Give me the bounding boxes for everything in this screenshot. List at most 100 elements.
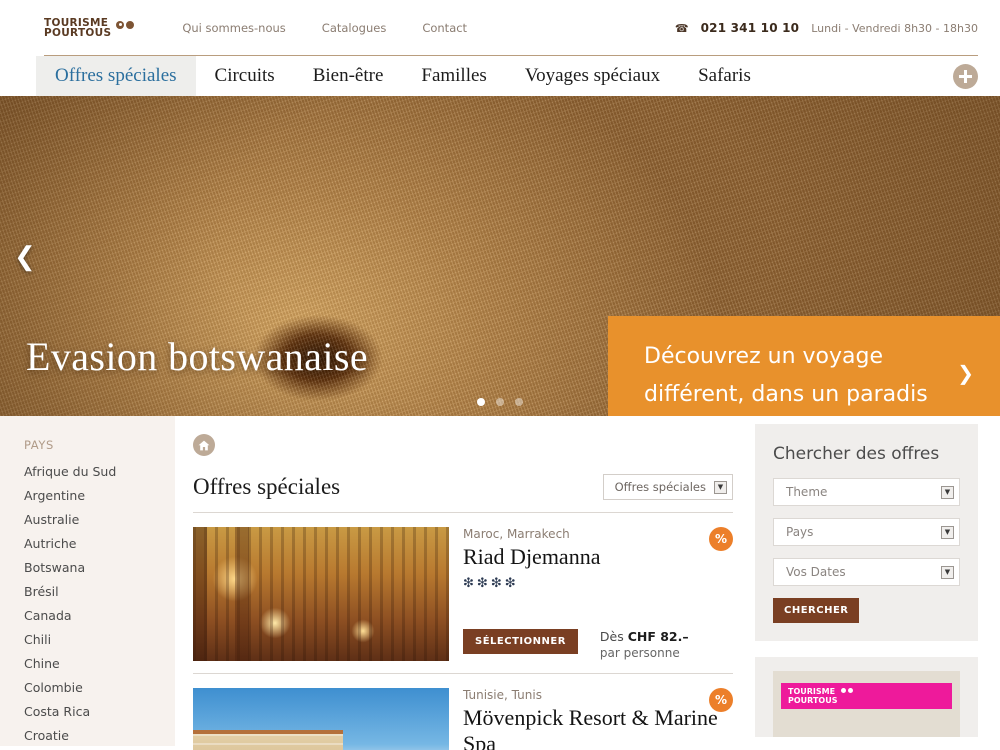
offer-thumbnail[interactable]	[193, 527, 449, 661]
sidebar-item-country[interactable]: Colombie	[24, 676, 175, 700]
nav-tab-bien-etre[interactable]: Bien-être	[294, 56, 403, 96]
carousel-dot-2[interactable]	[496, 398, 504, 406]
nav-tab-label: Safaris	[698, 65, 751, 86]
price-value: CHF 82.–	[627, 629, 689, 644]
offer-footer: SÉLECTIONNER Dès CHF 82.– par personne	[463, 629, 689, 661]
chevron-down-icon: ▼	[941, 485, 954, 499]
sidebar-item-country[interactable]: Argentine	[24, 484, 175, 508]
country-select-value: Pays	[786, 525, 814, 539]
price-note: par personne	[599, 646, 680, 660]
offer-details: Maroc, Marrakech Riad Djemanna ❇ ❇ ❇ ❇ %…	[463, 527, 733, 661]
price-prefix: Dès	[599, 629, 628, 644]
hero-title: Evasion botswanaise	[26, 334, 368, 379]
offer-card[interactable]: Tunisie, Tunis Mövenpick Resort & Marine…	[193, 674, 733, 750]
chevron-down-icon: ▼	[714, 480, 727, 494]
nav-tab-label: Offres spéciales	[55, 65, 177, 86]
promo-ad-logo-text: TOURISME POURTOUS	[788, 687, 838, 705]
star-icon: ❇	[476, 575, 488, 590]
sidebar-item-country[interactable]: Costa Rica	[24, 700, 175, 724]
sidebar-item-country[interactable]: Chine	[24, 652, 175, 676]
utility-nav: Qui sommes-nous Catalogues Contact	[182, 21, 467, 35]
chevron-right-icon[interactable]: ❯	[957, 354, 974, 392]
sidebar-item-country[interactable]: Botswana	[24, 556, 175, 580]
carousel-dot-1[interactable]	[477, 398, 485, 406]
nav-tab-label: Bien-être	[312, 65, 384, 86]
utility-link-catalogues[interactable]: Catalogues	[322, 21, 387, 35]
chevron-down-icon: ▼	[941, 565, 954, 579]
theme-select[interactable]: Theme ▼	[773, 478, 960, 506]
sidebar-item-country[interactable]: Chili	[24, 628, 175, 652]
carousel-dots	[477, 398, 523, 406]
search-panel-title: Chercher des offres	[773, 444, 940, 464]
nav-tab-familles[interactable]: Familles	[402, 56, 505, 96]
sidebar-item-country[interactable]: Brésil	[24, 580, 175, 604]
nav-tab-offres-speciales[interactable]: Offres spéciales	[36, 56, 196, 96]
offer-location: Maroc, Marrakech	[463, 527, 570, 541]
page-title: Offres spéciales	[193, 474, 341, 499]
offer-price: Dès CHF 82.– par personne	[600, 629, 689, 661]
home-icon[interactable]	[193, 434, 215, 456]
chevron-down-icon: ▼	[941, 525, 954, 539]
hero-promo-banner[interactable]: Découvrez un voyage différent, dans un p…	[608, 316, 1000, 416]
sidebar-item-country[interactable]: Croatie	[24, 724, 175, 748]
nav-tab-label: Familles	[421, 65, 487, 86]
top-bar: TOURISME POURTOUS Qui sommes-nous Catalo…	[0, 0, 1000, 56]
star-icon: ❇	[463, 575, 474, 590]
main-navigation: Offres spéciales Circuits Bien-être Fami…	[0, 56, 1000, 96]
carousel-prev-icon[interactable]: ❮	[14, 243, 36, 269]
offer-location: Tunisie, Tunis	[463, 688, 542, 702]
offers-header: Offres spéciales Offres spéciales ▼	[193, 474, 733, 513]
opening-hours: Lundi - Vendredi 8h30 - 18h30	[811, 21, 978, 35]
sidebar-item-country[interactable]: Australie	[24, 508, 175, 532]
logo-dots-icon	[116, 20, 135, 29]
offers-filter-select[interactable]: Offres spéciales ▼	[602, 474, 733, 500]
star-rating: ❇ ❇ ❇ ❇	[463, 576, 733, 589]
plus-icon[interactable]	[953, 63, 978, 89]
discount-badge[interactable]: %	[709, 688, 733, 712]
search-sidebar: Chercher des offres Theme ▼ Pays ▼ Vos D…	[755, 416, 1000, 746]
promo-ad-inner: TOURISME POURTOUS	[773, 671, 960, 737]
star-icon: ❇	[490, 575, 502, 590]
hero-carousel: ❮ Evasion botswanaise Découvrez un voyag…	[0, 96, 1000, 416]
nav-tab-label: Circuits	[214, 65, 275, 86]
utility-link-qui-sommes-nous[interactable]: Qui sommes-nous	[182, 21, 285, 35]
theme-select-value: Theme	[786, 485, 828, 499]
country-list: Afrique du Sud Argentine Australie Autri…	[24, 460, 175, 750]
carousel-dot-3[interactable]	[515, 398, 523, 406]
offer-card[interactable]: Maroc, Marrakech Riad Djemanna ❇ ❇ ❇ ❇ %…	[193, 513, 733, 674]
offer-thumbnail[interactable]	[193, 688, 449, 750]
page-body: PAYS Afrique du Sud Argentine Australie …	[0, 416, 1000, 750]
nav-tab-safaris[interactable]: Safaris	[679, 56, 770, 96]
nav-tab-voyages-speciaux[interactable]: Voyages spéciaux	[506, 56, 679, 96]
country-select[interactable]: Pays ▼	[773, 518, 960, 546]
site-logo[interactable]: TOURISME POURTOUS	[44, 16, 135, 39]
phone-icon: ☎	[674, 21, 689, 35]
promo-ad-banner: TOURISME POURTOUS	[781, 683, 952, 709]
sidebar-item-country[interactable]: Afrique du Sud	[24, 460, 175, 484]
country-sidebar: PAYS Afrique du Sud Argentine Australie …	[0, 416, 175, 746]
sidebar-item-country[interactable]: Autriche	[24, 532, 175, 556]
promo-ad-panel[interactable]: TOURISME POURTOUS	[755, 657, 978, 737]
search-button[interactable]: CHERCHER	[773, 598, 860, 623]
offer-title[interactable]: Riad Djemanna	[463, 544, 733, 570]
country-list-heading: PAYS	[24, 438, 54, 452]
select-button[interactable]: SÉLECTIONNER	[463, 629, 578, 654]
sidebar-item-country[interactable]: Canada	[24, 604, 175, 628]
phone-number[interactable]: 021 341 10 10	[701, 21, 800, 35]
nav-tab-circuits[interactable]: Circuits	[196, 56, 294, 96]
logo-text: TOURISME POURTOUS	[44, 16, 112, 39]
discount-badge[interactable]: %	[709, 527, 733, 551]
dates-select[interactable]: Vos Dates ▼	[773, 558, 960, 586]
offers-column: Offres spéciales Offres spéciales ▼ Maro…	[175, 416, 755, 750]
utility-link-contact[interactable]: Contact	[422, 21, 467, 35]
dates-select-value: Vos Dates	[786, 565, 846, 579]
contact-block: ☎ 021 341 10 10 Lundi - Vendredi 8h30 - …	[675, 21, 978, 35]
offers-filter-value: Offres spéciales	[614, 480, 706, 494]
promo-ad-dots-icon	[841, 688, 854, 693]
search-offers-panel: Chercher des offres Theme ▼ Pays ▼ Vos D…	[755, 424, 978, 641]
hero-promo-text: Découvrez un voyage différent, dans un p…	[644, 344, 928, 407]
offer-details: Tunisie, Tunis Mövenpick Resort & Marine…	[463, 688, 733, 750]
star-icon: ❇	[504, 575, 516, 590]
offer-title[interactable]: Mövenpick Resort & Marine Spa	[463, 705, 733, 750]
nav-tab-label: Voyages spéciaux	[524, 65, 661, 86]
